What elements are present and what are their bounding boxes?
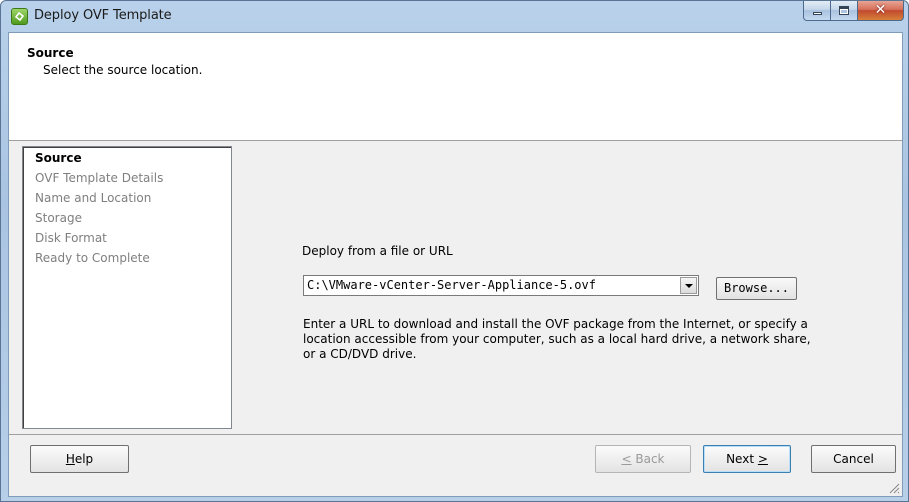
back-button[interactable]: < Back bbox=[595, 445, 691, 473]
step-disk-format: Disk Format bbox=[35, 231, 107, 245]
resize-grip-icon[interactable] bbox=[888, 482, 900, 494]
browse-button[interactable]: Browse... bbox=[716, 277, 797, 300]
cancel-button[interactable]: Cancel bbox=[811, 445, 896, 473]
step-storage: Storage bbox=[35, 211, 82, 225]
maximize-button[interactable] bbox=[831, 1, 858, 21]
step-ovf-template-details: OVF Template Details bbox=[35, 171, 164, 185]
wizard-header: Source Select the source location. bbox=[9, 33, 902, 141]
source-path-combobox[interactable]: C:\VMware-vCenter-Server-Appliance-5.ovf bbox=[303, 275, 699, 296]
step-source: Source bbox=[35, 151, 82, 165]
dialog-client-area: Source Select the source location. Sourc… bbox=[8, 32, 903, 497]
minimize-icon bbox=[813, 12, 822, 15]
header-subtitle: Select the source location. bbox=[43, 63, 203, 77]
window-title: Deploy OVF Template bbox=[34, 8, 172, 23]
deploy-source-label: Deploy from a file or URL bbox=[302, 244, 453, 258]
title-bar[interactable]: Deploy OVF Template ✕ bbox=[1, 1, 908, 33]
source-path-value[interactable]: C:\VMware-vCenter-Server-Appliance-5.ovf bbox=[307, 278, 596, 292]
wizard-steps-panel: Source OVF Template Details Name and Loc… bbox=[22, 146, 232, 429]
deploy-ovf-window: Deploy OVF Template ✕ Source Select the … bbox=[0, 0, 909, 502]
next-button[interactable]: Next > bbox=[703, 445, 791, 473]
next-label-rest: Next bbox=[726, 452, 758, 466]
next-accel: > bbox=[757, 452, 768, 466]
source-page: Deploy from a file or URL C:\VMware-vCen… bbox=[239, 141, 902, 431]
back-accel: < bbox=[621, 452, 632, 466]
header-title: Source bbox=[27, 46, 74, 60]
caption-buttons: ✕ bbox=[803, 1, 904, 22]
source-help-text: Enter a URL to download and install the … bbox=[303, 317, 811, 361]
close-button[interactable]: ✕ bbox=[858, 1, 904, 21]
help-accel: H bbox=[65, 452, 75, 466]
footer-divider bbox=[9, 434, 902, 435]
back-label-rest: Back bbox=[631, 452, 665, 466]
step-name-and-location: Name and Location bbox=[35, 191, 152, 205]
help-button[interactable]: Help bbox=[30, 445, 129, 473]
maximize-icon bbox=[839, 6, 849, 15]
close-icon: ✕ bbox=[874, 2, 887, 18]
minimize-button[interactable] bbox=[803, 1, 831, 21]
help-label-rest: elp bbox=[74, 452, 94, 466]
chevron-down-icon[interactable] bbox=[680, 277, 697, 294]
vsphere-deploy-icon bbox=[11, 8, 28, 25]
step-ready-to-complete: Ready to Complete bbox=[35, 251, 150, 265]
